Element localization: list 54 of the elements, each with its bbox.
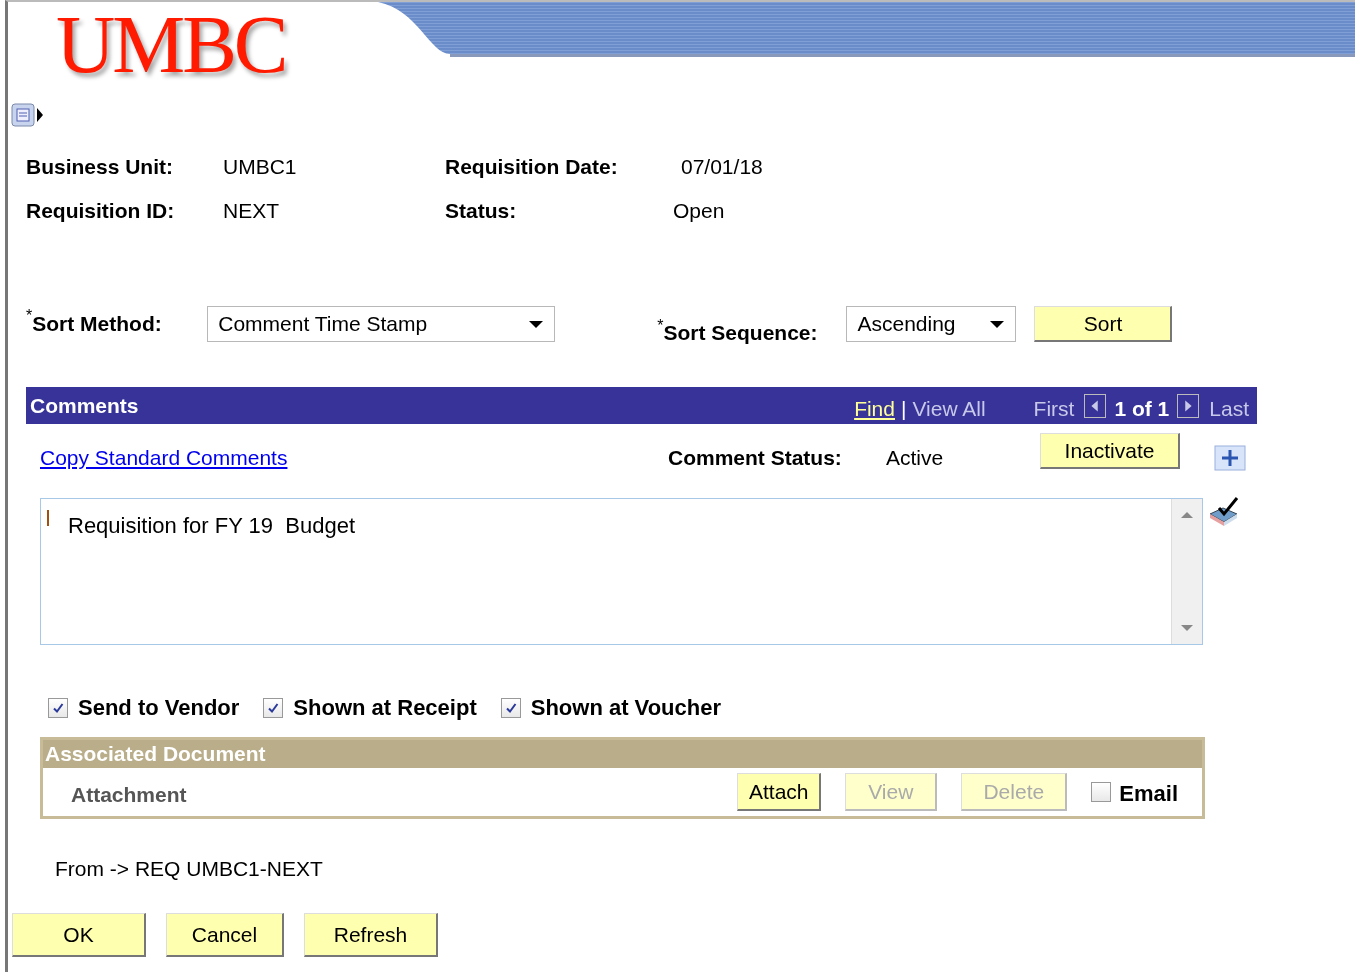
sort-button[interactable]: Sort <box>1034 306 1173 342</box>
checkbox-label: Email <box>1119 781 1178 807</box>
field-value: NEXT <box>223 199 280 223</box>
required-mark: * <box>657 317 664 335</box>
view-all-link[interactable]: View All <box>912 396 986 421</box>
separator: | <box>901 396 907 421</box>
field-label: Requisition Date: <box>445 155 619 179</box>
last-link[interactable]: Last <box>1209 396 1249 421</box>
scroll-up-icon[interactable] <box>1180 511 1194 519</box>
field-value: 07/01/18 <box>681 155 764 179</box>
sort-sequence-dropdown[interactable]: Ascending <box>846 306 1017 342</box>
spell-check-icon[interactable] <box>1207 496 1241 528</box>
checkbox-label: Send to Vendor <box>78 695 240 721</box>
next-icon[interactable] <box>1177 393 1200 418</box>
field-label: Sort Sequence: <box>663 321 819 345</box>
menu-toggle-icon[interactable] <box>11 103 43 129</box>
field-label: Comment Status: <box>668 446 843 470</box>
checkbox[interactable] <box>1091 782 1112 802</box>
scroll-down-icon[interactable] <box>1180 624 1194 632</box>
checkbox[interactable] <box>48 698 68 718</box>
field-value: Open <box>673 199 726 223</box>
sort-method-dropdown[interactable]: Comment Time Stamp <box>207 306 556 342</box>
page-counter: 1 of 1 <box>1114 396 1170 421</box>
copy-standard-comments-link[interactable]: Copy Standard Comments <box>40 446 668 470</box>
field-label: Business Unit: <box>26 155 175 179</box>
field-value: Active <box>886 446 945 470</box>
comment-field[interactable]: Requisition for FY 19 Budget <box>40 498 1203 645</box>
footer-button[interactable]: Cancel <box>166 913 284 957</box>
section-title: Comments <box>30 393 140 418</box>
first-link[interactable]: First <box>1033 396 1075 421</box>
caret-icon <box>989 319 1006 329</box>
checkmark-icon <box>266 701 281 715</box>
footer-button[interactable]: Refresh <box>304 913 438 957</box>
checkmark-icon <box>51 701 65 715</box>
field-label: Sort Method: <box>32 312 163 336</box>
panel-title: Associated Document <box>43 740 1202 768</box>
previous-icon[interactable] <box>1084 393 1107 418</box>
find-link[interactable]: Find <box>854 396 895 421</box>
field-value: UMBC1 <box>223 155 298 179</box>
add-row-icon[interactable] <box>1214 445 1246 471</box>
required-mark: * <box>26 307 33 325</box>
checkbox-label: Shown at Receipt <box>293 695 477 721</box>
footer-button[interactable]: OK <box>12 913 146 957</box>
attach-button[interactable]: Attach <box>737 773 822 811</box>
field-label: Requisition ID: <box>26 199 176 223</box>
source-text: From -> REQ UMBC1-NEXT <box>55 857 324 881</box>
caret-icon <box>528 319 545 329</box>
logo: UMBC <box>56 4 286 92</box>
checkbox[interactable] <box>500 698 521 718</box>
checkbox[interactable] <box>263 698 284 718</box>
checkbox-label: Shown at Voucher <box>530 695 721 721</box>
inactivate-button[interactable]: Inactivate <box>1040 433 1180 469</box>
field-label: Attachment <box>71 783 188 807</box>
scrollbar[interactable] <box>1171 499 1202 644</box>
